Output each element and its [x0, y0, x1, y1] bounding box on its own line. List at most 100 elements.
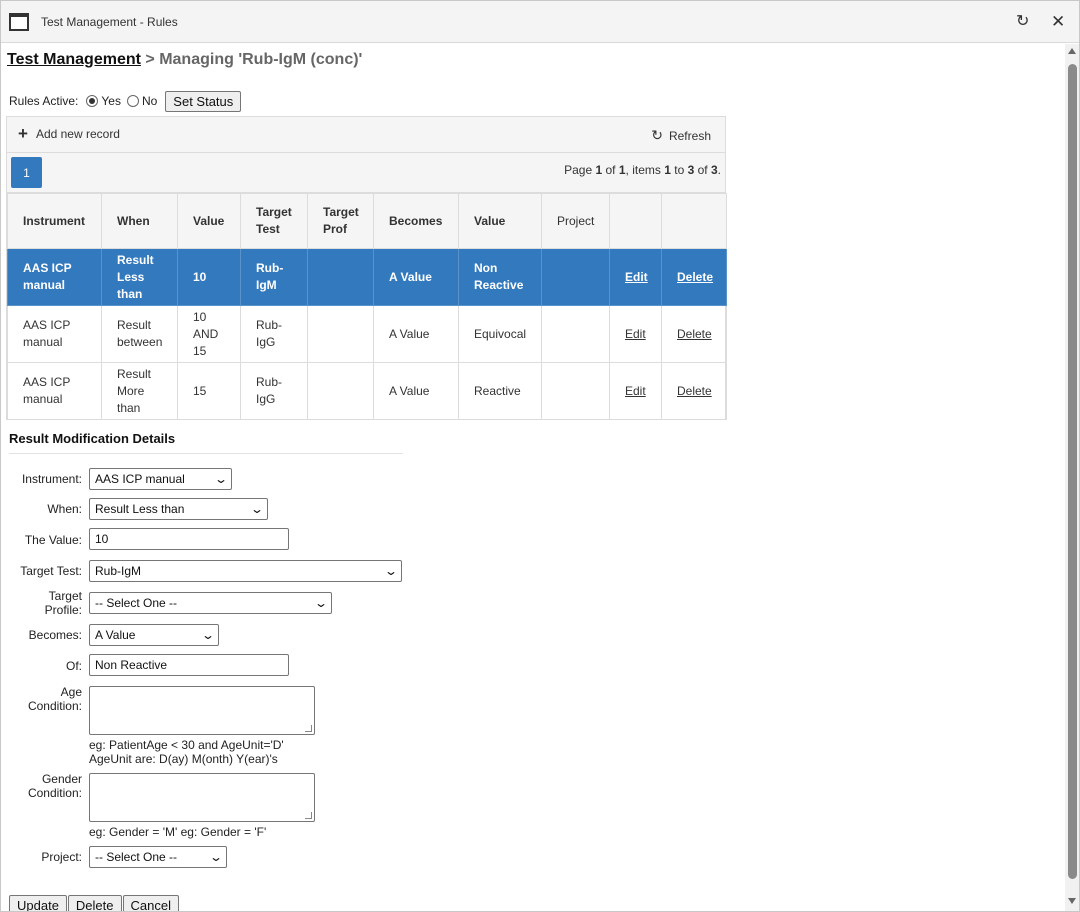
target-profile-select[interactable]: -- Select One -- ⌄ [89, 592, 332, 614]
instrument-select-value: AAS ICP manual [95, 472, 185, 486]
add-new-record-button[interactable]: + Add new record [18, 125, 120, 142]
gender-condition-hint: eg: Gender = 'M' eg: Gender = 'F' [89, 825, 267, 839]
refresh-icon[interactable]: ↻ [1016, 13, 1029, 31]
cell-instrument: AAS ICP manual [7, 248, 102, 306]
cell-target-prof [307, 305, 374, 363]
cell-edit: Edit [609, 305, 662, 363]
close-icon[interactable]: ✕ [1051, 13, 1065, 31]
radio-no-label: No [141, 94, 158, 108]
age-condition-label: Age Condition: [27, 685, 82, 713]
radio-yes-label: Yes [101, 94, 121, 108]
table-row[interactable]: AAS ICP manual Result Less than 10 Rub-I… [7, 248, 727, 306]
age-condition-textarea[interactable] [89, 686, 315, 735]
refresh-button[interactable]: ↻ Refresh [651, 127, 711, 144]
resize-grip-icon[interactable] [305, 812, 312, 819]
target-test-select[interactable]: Rub-IgM ⌄ [89, 560, 402, 582]
instrument-select[interactable]: AAS ICP manual ⌄ [89, 468, 232, 490]
breadcrumb-current: Managing 'Rub-IgM (conc)' [159, 51, 363, 68]
target-profile-select-value: -- Select One -- [95, 596, 178, 610]
when-select-value: Result Less than [95, 502, 185, 516]
cancel-button[interactable]: Cancel [122, 895, 179, 911]
grid-toolbar: + Add new record ↻ Refresh [7, 117, 725, 153]
target-test-select-value: Rub-IgM [95, 564, 142, 578]
page-button-1[interactable]: 1 [11, 157, 42, 188]
cell-target-test: Rub-IgM [240, 248, 308, 306]
edit-link[interactable]: Edit [625, 270, 648, 284]
vertical-scrollbar[interactable] [1065, 44, 1079, 911]
cell-instrument: AAS ICP manual [7, 305, 102, 363]
col-header-value[interactable]: Value [177, 193, 241, 249]
chevron-down-icon: ⌄ [313, 596, 329, 610]
when-select[interactable]: Result Less than ⌄ [89, 498, 268, 520]
cell-when: Result Less than [101, 248, 178, 306]
breadcrumb-link-test-management[interactable]: Test Management [7, 51, 141, 68]
the-value-input[interactable]: 10 [89, 528, 289, 550]
resize-grip-icon[interactable] [305, 725, 312, 732]
rules-active-no[interactable]: No [126, 94, 158, 108]
of-label: Of: [65, 659, 82, 673]
radio-no[interactable] [126, 95, 139, 107]
of-input[interactable]: Non Reactive [89, 654, 289, 676]
col-header-delete [661, 193, 727, 249]
scroll-down-icon[interactable] [1068, 898, 1076, 904]
table-row[interactable]: AAS ICP manual Result between 10 AND 15 … [7, 305, 727, 363]
cell-project [541, 248, 610, 306]
cell-target-test: Rub-IgG [240, 362, 308, 420]
set-status-button[interactable]: Set Status [165, 90, 242, 112]
cell-result-value: Non Reactive [458, 248, 542, 306]
col-header-when[interactable]: When [101, 193, 178, 249]
cell-result-value: Reactive [458, 362, 542, 420]
details-title: Result Modification Details [9, 431, 176, 446]
cell-becomes: A Value [373, 248, 459, 306]
add-new-record-label: Add new record [35, 127, 120, 141]
chevron-down-icon: ⌄ [249, 502, 265, 516]
cell-delete: Delete [661, 248, 727, 306]
when-label: When: [47, 502, 82, 516]
gender-condition-textarea[interactable] [89, 773, 315, 822]
rules-active-row: Rules Active: Yes No Set Status [9, 90, 242, 112]
col-header-target-test[interactable]: Target Test [240, 193, 308, 249]
col-header-target-prof[interactable]: Target Prof [307, 193, 374, 249]
col-header-edit [609, 193, 662, 249]
delete-button[interactable]: Delete [67, 895, 122, 911]
project-select-value: -- Select One -- [95, 850, 178, 864]
delete-link[interactable]: Delete [677, 384, 712, 398]
edit-link[interactable]: Edit [625, 384, 646, 398]
cell-instrument: AAS ICP manual [7, 362, 102, 420]
target-test-label: Target Test: [20, 564, 82, 578]
delete-link[interactable]: Delete [677, 270, 713, 284]
cell-target-test: Rub-IgG [240, 305, 308, 363]
radio-yes[interactable] [86, 95, 99, 107]
grid-pager: 1 Page 1 of 1, items 1 to 3 of 3. [7, 153, 725, 193]
cell-edit: Edit [609, 362, 662, 420]
window-title: Test Management - Rules [41, 15, 178, 29]
rules-grid: + Add new record ↻ Refresh 1 Page 1 of 1… [6, 116, 727, 420]
the-value-label: The Value: [24, 533, 82, 547]
cell-result-value: Equivocal [458, 305, 542, 363]
cell-target-prof [307, 362, 374, 420]
col-header-result-value[interactable]: Value [458, 193, 542, 249]
cell-target-prof [307, 248, 374, 306]
rules-active-label: Rules Active: [9, 94, 79, 108]
scroll-up-icon[interactable] [1068, 48, 1076, 54]
scroll-thumb[interactable] [1068, 64, 1077, 879]
rules-active-yes[interactable]: Yes [86, 94, 121, 108]
col-header-becomes[interactable]: Becomes [373, 193, 459, 249]
chevron-down-icon: ⌄ [383, 564, 399, 578]
col-header-project[interactable]: Project [541, 193, 610, 249]
breadcrumb: Test Management > Managing 'Rub-IgM (con… [7, 51, 362, 69]
cell-value: 10 AND 15 [177, 305, 241, 363]
cell-when: Result More than [101, 362, 178, 420]
project-label: Project: [41, 850, 82, 864]
chevron-down-icon: ⌄ [213, 472, 229, 486]
title-bar: Test Management - Rules ↻ ✕ [1, 1, 1079, 43]
update-button[interactable]: Update [9, 895, 67, 911]
chevron-down-icon: ⌄ [208, 850, 224, 864]
project-select[interactable]: -- Select One -- ⌄ [89, 846, 227, 868]
delete-link[interactable]: Delete [677, 327, 712, 341]
becomes-select[interactable]: A Value ⌄ [89, 624, 219, 646]
table-row[interactable]: AAS ICP manual Result More than 15 Rub-I… [7, 362, 727, 420]
edit-link[interactable]: Edit [625, 327, 646, 341]
form-buttons: Update Delete Cancel [9, 895, 180, 911]
col-header-instrument[interactable]: Instrument [7, 193, 102, 249]
